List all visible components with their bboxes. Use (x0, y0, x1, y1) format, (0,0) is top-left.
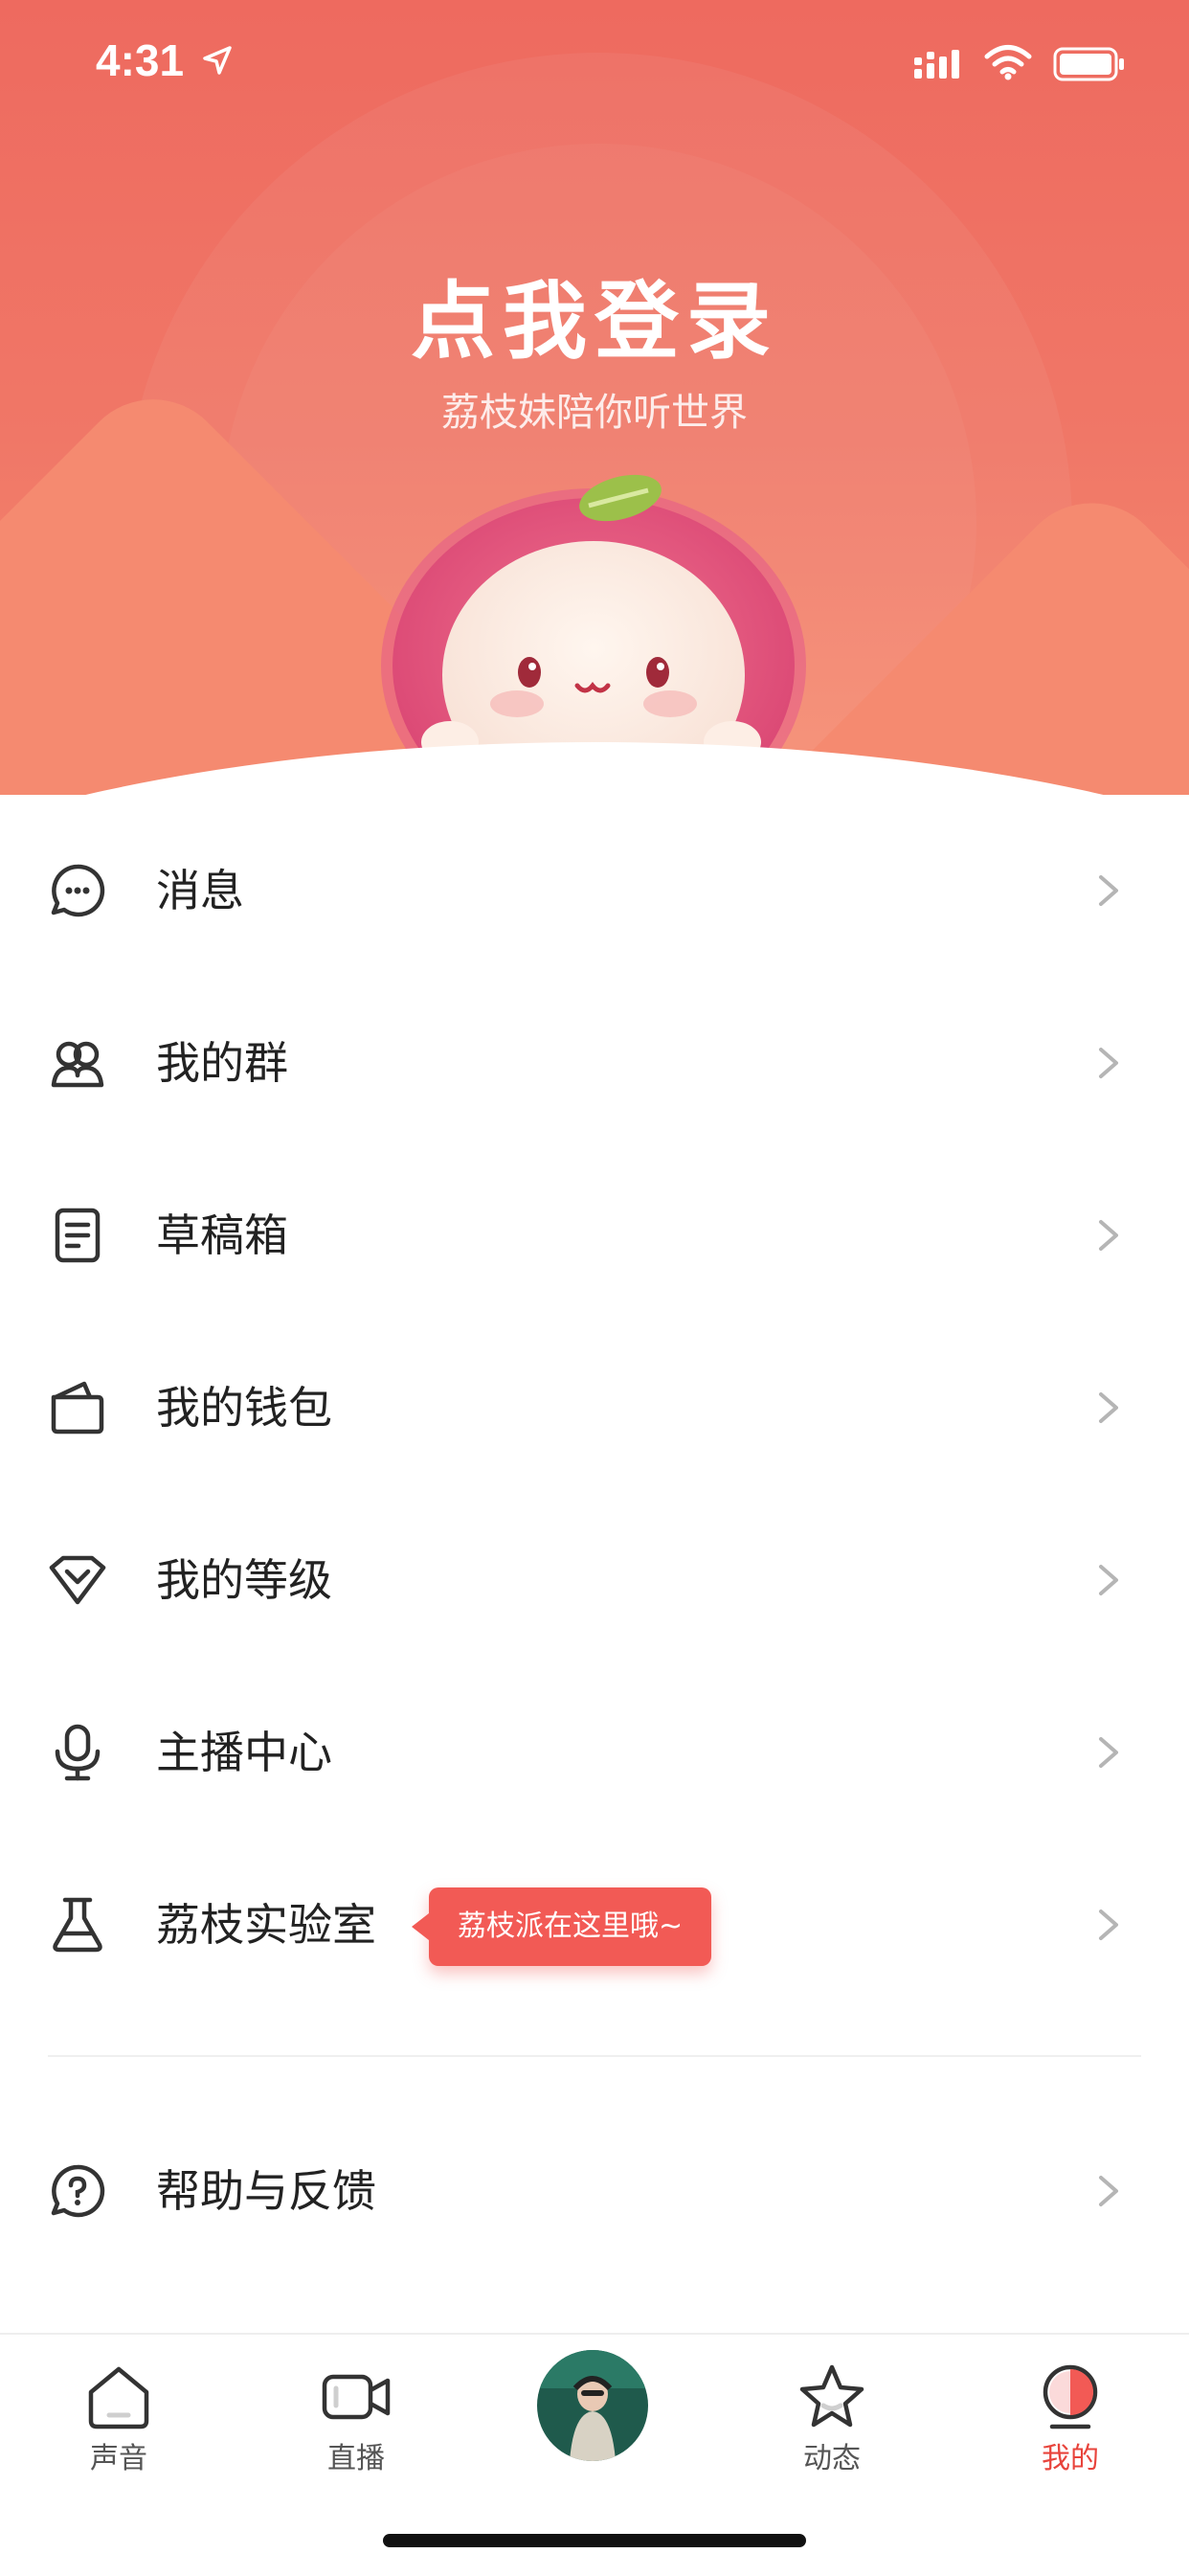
menu-item-my-groups[interactable]: 我的群 (0, 977, 1189, 1149)
menu-item-label: 我的群 (156, 1037, 288, 1089)
status-time: 4:31 (96, 35, 185, 85)
tab-live[interactable]: 直播 (237, 2335, 475, 2488)
login-subtitle: 荔枝妹陪你听世界 (441, 391, 748, 435)
tab-sound[interactable]: 声音 (0, 2335, 237, 2488)
home-icon (88, 2366, 149, 2429)
menu-item-label: 消息 (156, 865, 244, 916)
menu-item-messages[interactable]: 消息 (0, 804, 1189, 977)
center-avatar (537, 2350, 648, 2461)
microphone-icon (55, 1724, 101, 1781)
login-title[interactable]: 点我登录 (0, 254, 1189, 375)
message-icon (51, 864, 105, 917)
wallet-icon (51, 1381, 104, 1435)
chevron-right-icon (1099, 1392, 1118, 1423)
status-bar: 4:31 (0, 0, 1189, 126)
draft-icon (55, 1208, 101, 1263)
tab-label: 动态 (803, 2442, 861, 2475)
menu-item-wallet[interactable]: 我的钱包 (0, 1322, 1189, 1494)
menu-item-label: 帮助与反馈 (156, 2165, 376, 2217)
menu-item-help-feedback[interactable]: 帮助与反馈 (0, 2105, 1189, 2277)
chevron-right-icon (1099, 1737, 1118, 1768)
menu-item-label: 我的等级 (156, 1554, 332, 1606)
menu-item-drafts[interactable]: 草稿箱 (0, 1149, 1189, 1322)
chevron-right-icon (1099, 1220, 1118, 1251)
help-icon (51, 2164, 105, 2218)
chevron-right-icon (1099, 1909, 1118, 1940)
lab-flask-icon (53, 1897, 102, 1953)
chevron-right-icon (1099, 875, 1118, 906)
tab-mine[interactable]: 我的 (952, 2335, 1189, 2488)
lychee-pie-tooltip[interactable]: 荔枝派在这里哦~ (411, 1887, 712, 1966)
group-icon (51, 1041, 104, 1088)
chevron-right-icon (1099, 1565, 1118, 1595)
chevron-right-icon (1099, 2176, 1118, 2206)
tab-label: 直播 (327, 2442, 385, 2475)
menu-item-label: 草稿箱 (156, 1209, 288, 1261)
video-camera-icon (322, 2374, 391, 2420)
battery-icon (1053, 47, 1124, 81)
level-icon (49, 1555, 106, 1605)
location-arrow-icon (203, 46, 232, 75)
tab-label: 我的 (1042, 2442, 1099, 2475)
profile-icon (1043, 2364, 1098, 2429)
tab-label: 声音 (90, 2442, 147, 2475)
menu-divider (48, 2055, 1141, 2057)
tab-moments[interactable]: 动态 (713, 2335, 951, 2488)
tab-center-avatar[interactable] (476, 2335, 713, 2488)
signal-icon (914, 50, 959, 79)
star-icon (799, 2364, 864, 2428)
lychee-mascot (381, 474, 806, 776)
menu-item-lychee-lab[interactable]: 荔枝实验室 荔枝派在这里哦~ (0, 1839, 1189, 2011)
menu-item-label: 荔枝实验室 (156, 1899, 376, 1951)
chevron-right-icon (1099, 1048, 1118, 1078)
menu-item-label: 主播中心 (156, 1727, 332, 1778)
home-indicator (383, 2534, 806, 2547)
menu-item-label: 我的钱包 (156, 1382, 332, 1434)
menu-item-anchor-center[interactable]: 主播中心 (0, 1666, 1189, 1839)
menu-item-level[interactable]: 我的等级 (0, 1494, 1189, 1666)
wifi-icon (984, 45, 1032, 80)
